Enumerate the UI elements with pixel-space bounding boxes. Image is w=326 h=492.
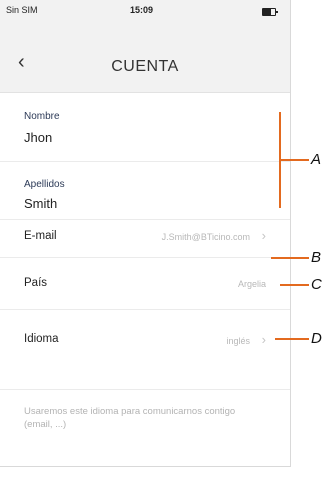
country-row[interactable]: País Argelia: [0, 258, 290, 310]
callout-b-label: B: [311, 249, 322, 266]
callout-c-label: C: [311, 276, 322, 293]
language-hint-text: Usaremos este idioma para comunicarnos c…: [24, 406, 236, 430]
first-name-field[interactable]: Nombre Jhon: [0, 93, 290, 162]
carrier-label: Sin SIM: [6, 5, 38, 15]
callout-d-label: D: [311, 330, 322, 347]
chevron-right-icon: ›: [261, 228, 266, 243]
language-value: inglés: [226, 336, 250, 346]
callout-d-line: [275, 338, 309, 340]
last-name-field[interactable]: Apellidos Smith: [0, 162, 290, 220]
first-name-value[interactable]: Jhon: [24, 130, 52, 145]
page-title: CUENTA: [111, 58, 179, 75]
status-bar: Sin SIM 15:09: [0, 0, 290, 22]
chevron-right-icon: ›: [261, 332, 266, 347]
callout-b-line: [271, 257, 309, 259]
callout-a-line: [281, 159, 309, 161]
phone-screen: Sin SIM 15:09 ‹ CUENTA Nombre Jhon Apell…: [0, 0, 291, 467]
email-value: J.Smith@BTicino.com: [161, 232, 250, 242]
country-label: País: [24, 277, 48, 289]
callout-a-label: A: [311, 151, 322, 168]
email-row[interactable]: E-mail J.Smith@BTicino.com ›: [0, 220, 290, 258]
last-name-value[interactable]: Smith: [24, 196, 57, 211]
callout-c-line: [280, 284, 309, 286]
clock: 15:09: [130, 5, 154, 15]
nav-bar: ‹ CUENTA: [0, 22, 290, 93]
language-label: Idioma: [24, 333, 59, 345]
battery-icon: [262, 8, 278, 16]
language-row[interactable]: Idioma inglés ›: [0, 310, 290, 390]
email-label: E-mail: [24, 230, 57, 242]
last-name-label: Apellidos: [24, 179, 65, 190]
first-name-label: Nombre: [24, 111, 60, 122]
country-value: Argelia: [237, 279, 266, 289]
